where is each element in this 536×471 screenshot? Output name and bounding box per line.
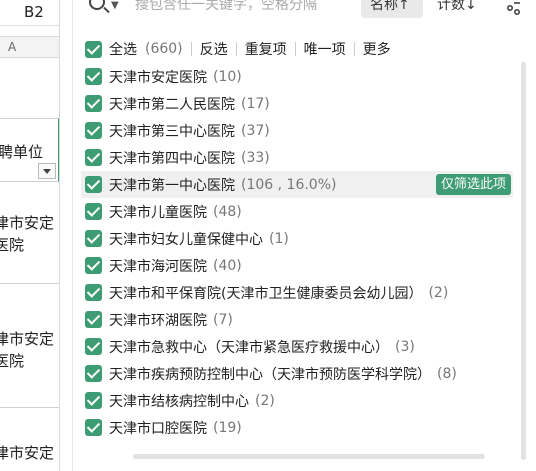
- divider: [294, 42, 296, 56]
- item-label: 天津市疾病预防控制中心（天津市预防医学科学院）: [109, 366, 431, 383]
- total-count: (660): [145, 41, 183, 57]
- item-label: 天津市急救中心（天津市紧急医疗救援中心）: [109, 339, 389, 356]
- filter-options-row: 全选 (660) 反选 重复项 唯一项 更多: [85, 37, 391, 61]
- item-checkbox[interactable]: [85, 176, 102, 193]
- list-item[interactable]: 天津市第三中心医院 (37): [81, 117, 513, 144]
- data-cell-line2: 医院: [0, 352, 25, 370]
- select-all-checkbox[interactable]: [85, 40, 102, 58]
- list-item[interactable]: 天津市结核病控制中心 (2): [81, 387, 513, 414]
- select-all-label[interactable]: 全选: [109, 39, 137, 59]
- data-cell-line1: 津市安定: [0, 214, 55, 232]
- list-item[interactable]: 天津市口腔医院 (19): [81, 414, 513, 441]
- item-checkbox[interactable]: [85, 68, 102, 85]
- item-checkbox[interactable]: [85, 338, 102, 355]
- sort-by-name-button[interactable]: 名称↑: [361, 0, 423, 18]
- header-cell[interactable]: 聘单位: [0, 118, 59, 182]
- item-checkbox[interactable]: [85, 122, 102, 139]
- list-item[interactable]: 天津市儿童医院 (48): [81, 198, 513, 225]
- filter-value-list: 天津市安定医院 (10) 天津市第二人民医院 (17) 天津市第三中心医院 (3…: [73, 62, 513, 462]
- list-item[interactable]: 天津市第四中心医院 (33): [81, 144, 513, 171]
- item-checkbox[interactable]: [85, 203, 102, 220]
- filter-toolbar: ▼ 名称↑ 计数↓: [73, 0, 535, 24]
- divider: [353, 42, 355, 56]
- item-label: 天津市和平保育院(天津市卫生健康委员会幼儿园）: [109, 285, 423, 302]
- list-item[interactable]: 天津市急救中心（天津市紧急医疗救援中心） (3): [81, 333, 513, 360]
- divider: [190, 42, 192, 56]
- unique-button[interactable]: 唯一项: [304, 39, 346, 59]
- spreadsheet-area: B2 A 聘单位 津市安定 医院 津市安定 医院 津市安定: [0, 0, 60, 471]
- column-header-a[interactable]: A: [0, 36, 59, 58]
- item-count: (10): [213, 68, 242, 85]
- item-label: 天津市环湖医院: [109, 312, 207, 329]
- data-cell[interactable]: 津市安定: [0, 408, 59, 471]
- item-checkbox[interactable]: [85, 149, 102, 166]
- list-item[interactable]: 天津市妇女儿童保健中心 (1): [81, 225, 513, 252]
- sort-by-count-button[interactable]: 计数↓: [437, 0, 477, 14]
- cell-reference-box[interactable]: B2: [0, 0, 59, 26]
- filter-dropdown-button[interactable]: [38, 163, 56, 179]
- duplicates-button[interactable]: 重复项: [245, 39, 287, 59]
- list-item[interactable]: 天津市第二人民医院 (17): [81, 90, 513, 117]
- item-label: 天津市结核病控制中心: [109, 393, 249, 410]
- invert-selection-button[interactable]: 反选: [200, 39, 228, 59]
- more-button[interactable]: 更多: [363, 39, 391, 59]
- item-count: (17): [241, 95, 270, 112]
- only-filter-this-button[interactable]: 仅筛选此项: [435, 174, 511, 195]
- search-input[interactable]: [135, 0, 355, 16]
- list-item[interactable]: 天津市环湖医院 (7): [81, 306, 513, 333]
- item-count: (2): [428, 284, 449, 301]
- filter-panel: ▼ 名称↑ 计数↓ 全选 (660) 反选 重复项 唯一项 更多 天津市安定医院…: [72, 0, 534, 471]
- item-count: (19): [213, 419, 242, 436]
- item-count: (3): [395, 338, 415, 355]
- item-count: (33): [241, 149, 270, 166]
- item-label: 天津市儿童医院: [109, 204, 207, 221]
- data-cell-line1: 津市安定: [0, 330, 55, 348]
- list-item[interactable]: 天津市疾病预防控制中心（天津市预防医学科学院） (8): [81, 360, 513, 387]
- item-checkbox[interactable]: [85, 311, 102, 328]
- item-count: (1): [269, 230, 289, 247]
- item-checkbox[interactable]: [85, 419, 102, 436]
- item-count: (2): [255, 392, 275, 409]
- header-cell-text: 聘单位: [0, 143, 44, 161]
- item-label: 天津市妇女儿童保健中心: [109, 231, 263, 248]
- gear-icon[interactable]: [505, 0, 521, 16]
- list-item-hovered[interactable]: 天津市第一中心医院 (106 , 16.0%) 仅筛选此项: [81, 171, 513, 198]
- item-count: (40): [213, 257, 242, 274]
- item-checkbox[interactable]: [85, 392, 102, 409]
- item-checkbox[interactable]: [85, 257, 102, 274]
- item-checkbox[interactable]: [85, 284, 102, 301]
- item-label: 天津市第四中心医院: [109, 150, 235, 167]
- divider: [235, 42, 237, 56]
- item-count: (8): [437, 365, 457, 382]
- item-checkbox[interactable]: [85, 230, 102, 247]
- item-count: (48): [213, 203, 242, 220]
- list-item[interactable]: 天津市和平保育院(天津市卫生健康委员会幼儿园） (2): [81, 279, 513, 306]
- item-label: 天津市口腔医院: [109, 420, 207, 437]
- list-item[interactable]: 天津市海河医院 (40): [81, 252, 513, 279]
- item-label: 天津市安定医院: [109, 69, 207, 86]
- item-checkbox[interactable]: [85, 95, 102, 112]
- item-label: 天津市第三中心医院: [109, 123, 235, 140]
- search-icon[interactable]: [89, 0, 105, 10]
- horizontal-scrollbar[interactable]: [133, 454, 485, 459]
- data-cell[interactable]: 津市安定 医院: [0, 182, 59, 284]
- vertical-scrollbar[interactable]: [521, 62, 526, 460]
- data-cell-line2: 医院: [0, 236, 25, 254]
- item-count: (106 , 16.0%): [241, 176, 337, 193]
- sort-by-name-label: 名称↑: [370, 0, 410, 13]
- item-count: (7): [213, 311, 233, 328]
- data-cell-line1: 津市安定: [0, 444, 55, 462]
- chevron-down-icon[interactable]: ▼: [111, 0, 119, 11]
- item-count: (37): [241, 122, 270, 139]
- item-label: 天津市海河医院: [109, 258, 207, 275]
- item-label: 天津市第二人民医院: [109, 96, 235, 113]
- item-label: 天津市第一中心医院: [109, 177, 235, 194]
- item-checkbox[interactable]: [85, 365, 102, 382]
- list-item[interactable]: 天津市安定医院 (10): [81, 63, 513, 90]
- data-cell[interactable]: 津市安定 医院: [0, 284, 59, 408]
- cell-reference: B2: [24, 3, 44, 21]
- column-header-label: A: [8, 40, 17, 54]
